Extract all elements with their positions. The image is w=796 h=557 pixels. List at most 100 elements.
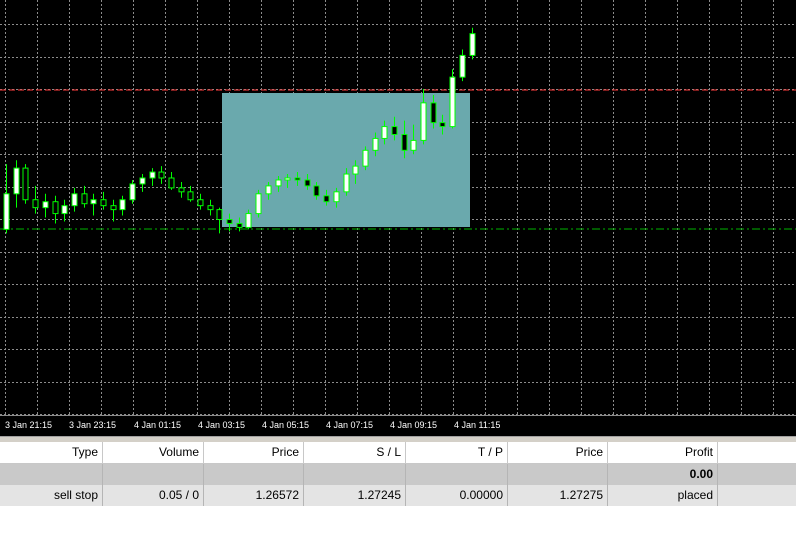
column-header-current-price[interactable]: Price <box>508 442 608 463</box>
candle-body <box>333 191 340 203</box>
candle-body <box>13 167 20 195</box>
time-label: 4 Jan 03:15 <box>198 420 245 430</box>
candle-body <box>265 185 272 195</box>
candle-body <box>420 102 427 141</box>
candle-body <box>42 201 49 209</box>
candle <box>168 172 175 190</box>
balance-profit: 0.00 <box>608 464 718 485</box>
candle-body <box>139 177 146 185</box>
candle-body <box>3 193 10 230</box>
candle-body <box>245 213 252 228</box>
time-label: 3 Jan 23:15 <box>69 420 116 430</box>
candle <box>187 185 194 202</box>
empty-cell <box>204 464 304 485</box>
candle-body <box>439 122 446 128</box>
candle-body <box>110 205 117 211</box>
candle-body <box>22 167 29 201</box>
candle-body <box>52 201 59 215</box>
candle-body <box>197 199 204 207</box>
candle-body <box>216 209 223 221</box>
candle <box>178 181 185 198</box>
orders-table: Type Volume Price S / L T / P Price Prof… <box>0 442 796 557</box>
empty-cell <box>508 464 608 485</box>
candle-body <box>178 187 185 193</box>
price-chart[interactable]: 3 Jan 21:15 3 Jan 23:15 4 Jan 01:15 4 Ja… <box>0 0 796 436</box>
order-take-profit[interactable]: 0.00000 <box>406 485 508 506</box>
candle-body <box>343 173 350 193</box>
candle <box>129 179 136 204</box>
column-header-type[interactable]: Type <box>0 442 103 463</box>
candle <box>459 49 466 82</box>
chart-canvas[interactable]: 3 Jan 21:15 3 Jan 23:15 4 Jan 01:15 4 Ja… <box>0 0 796 436</box>
candle <box>42 193 49 218</box>
candle <box>139 174 146 192</box>
time-label: 4 Jan 01:15 <box>134 420 181 430</box>
candle <box>362 146 369 171</box>
candle-body <box>284 177 291 181</box>
candle-body <box>304 179 311 187</box>
order-current-price: 1.27275 <box>508 485 608 506</box>
candle-body <box>449 76 456 128</box>
candle <box>216 207 223 234</box>
candle-body <box>459 54 466 78</box>
time-label: 3 Jan 21:15 <box>5 420 52 430</box>
empty-cell <box>0 464 103 485</box>
candle-body <box>100 199 107 207</box>
order-price: 1.26572 <box>204 485 304 506</box>
candle-body <box>168 177 175 189</box>
candle-body <box>129 183 136 201</box>
time-label: 4 Jan 05:15 <box>262 420 309 430</box>
candle <box>81 185 88 208</box>
candle-body <box>71 193 78 207</box>
candle-body <box>32 199 39 209</box>
candle-body <box>323 195 330 203</box>
candle <box>158 166 165 184</box>
candle-body <box>207 205 214 211</box>
candle-body <box>187 191 194 201</box>
candle-body <box>149 171 156 179</box>
column-header-volume[interactable]: Volume <box>103 442 204 463</box>
candle <box>469 27 476 60</box>
candle-body <box>294 177 301 181</box>
candle <box>22 164 29 204</box>
candle-body <box>430 102 437 124</box>
empty-cell <box>103 464 204 485</box>
order-status: placed <box>608 485 718 506</box>
candle-body <box>410 139 417 151</box>
candle-body <box>158 171 165 179</box>
column-header-price[interactable]: Price <box>204 442 304 463</box>
candle-body <box>362 149 369 167</box>
candle <box>100 191 107 210</box>
column-header-sl[interactable]: S / L <box>304 442 406 463</box>
candle-body <box>119 199 126 211</box>
candle <box>255 189 262 218</box>
order-stop-loss[interactable]: 1.27245 <box>304 485 406 506</box>
order-volume: 0.05 / 0 <box>103 485 204 506</box>
time-axis: 3 Jan 21:15 3 Jan 23:15 4 Jan 01:15 4 Ja… <box>5 420 500 430</box>
table-header-row: Type Volume Price S / L T / P Price Prof… <box>0 442 796 464</box>
candle-body <box>401 133 408 151</box>
candle-body <box>469 33 476 56</box>
candle-body <box>226 219 233 224</box>
candle-body <box>372 137 379 151</box>
column-header-tp[interactable]: T / P <box>406 442 508 463</box>
candle <box>207 199 214 216</box>
time-label: 4 Jan 09:15 <box>390 420 437 430</box>
candle <box>149 168 156 186</box>
candle <box>119 195 126 216</box>
candle <box>449 69 456 129</box>
candle <box>90 193 97 216</box>
table-row[interactable]: sell stop 0.05 / 0 1.26572 1.27245 0.000… <box>0 485 796 506</box>
candle <box>197 193 204 210</box>
candle-body <box>236 222 243 228</box>
candle <box>71 187 78 212</box>
candle-body <box>81 193 88 205</box>
candle <box>3 164 10 234</box>
candle-body <box>352 165 359 175</box>
candle-body <box>275 179 282 187</box>
balance-row[interactable]: 0.00 <box>0 464 796 485</box>
column-header-profit[interactable]: Profit <box>608 442 718 463</box>
candle-body <box>313 185 320 197</box>
candle-body <box>381 126 388 139</box>
candle-body <box>391 126 398 135</box>
